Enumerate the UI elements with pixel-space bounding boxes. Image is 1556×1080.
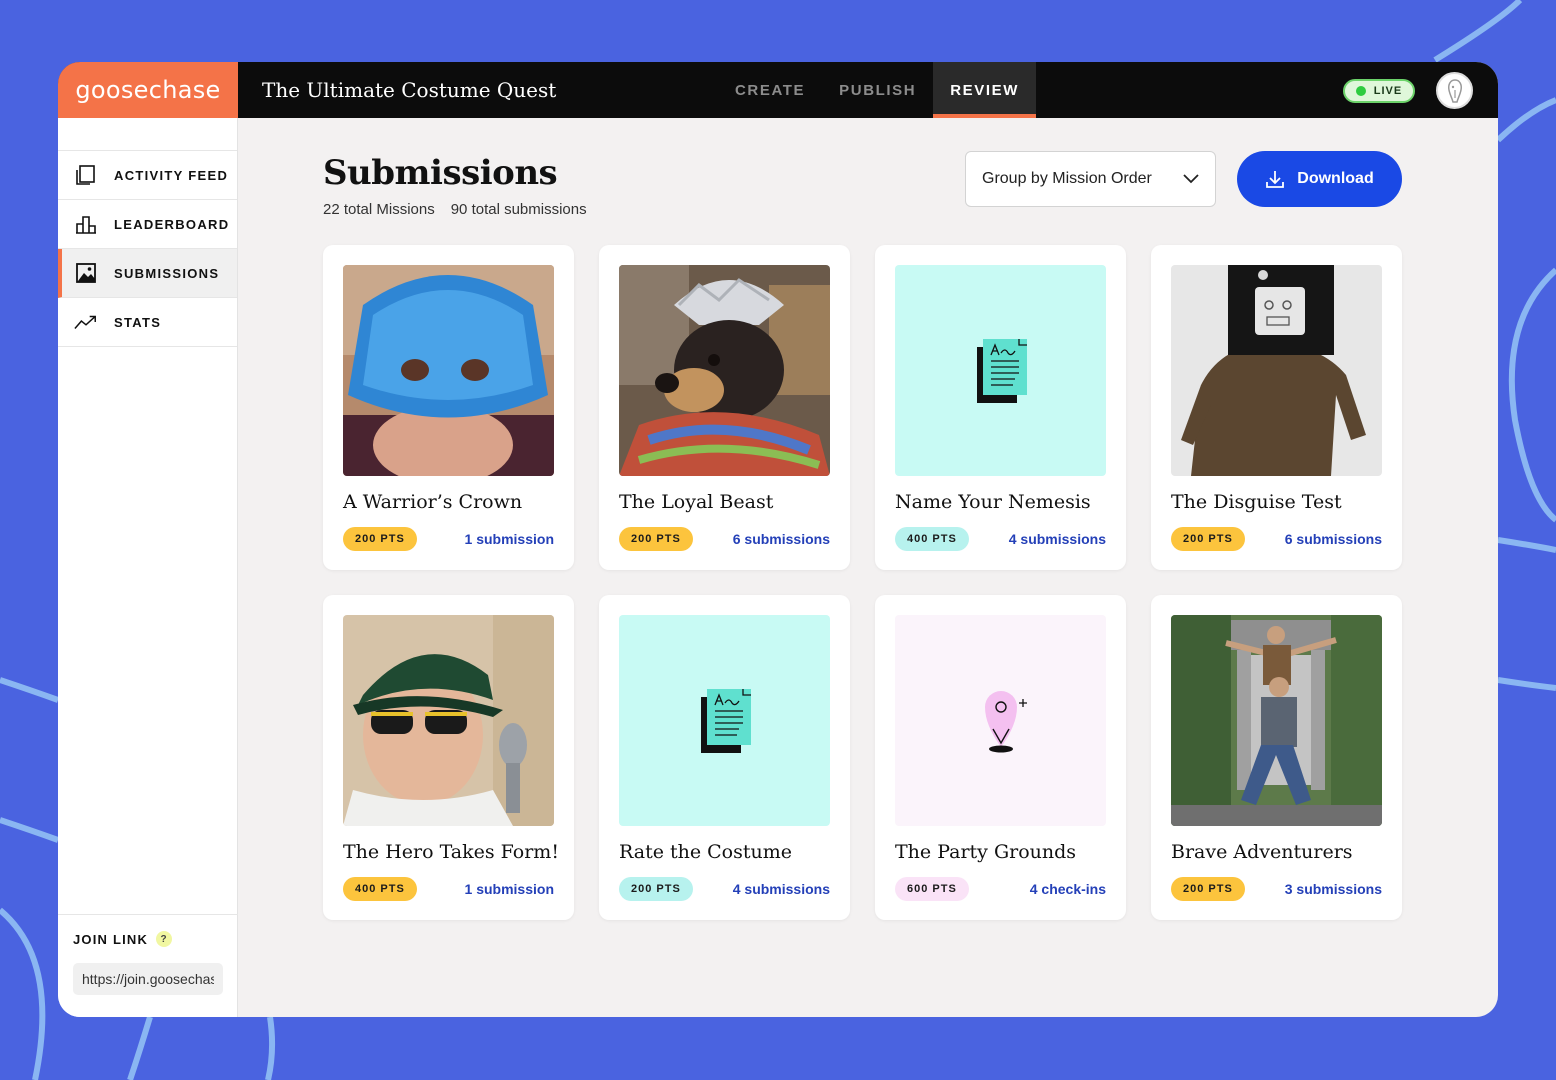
submission-photo: [343, 265, 554, 476]
sidebar-nav: ACTIVITY FEED LEADERBOARD SUBMISSIONS ST…: [58, 150, 237, 347]
live-dot-icon: [1355, 86, 1366, 96]
tab-publish[interactable]: PUBLISH: [822, 62, 933, 118]
download-label: Download: [1297, 170, 1374, 187]
summary-counts: 22 total Missions 90 total submissions: [323, 201, 587, 218]
sidebar-item-submissions[interactable]: SUBMISSIONS: [58, 249, 237, 298]
points-badge: 400 PTS: [343, 877, 417, 901]
submission-photo: [343, 615, 554, 826]
points-badge: 200 PTS: [343, 527, 417, 551]
mission-card[interactable]: A Warrior’s Crown 200 PTS 1 submission: [323, 245, 574, 570]
sidebar: ACTIVITY FEED LEADERBOARD SUBMISSIONS ST…: [58, 118, 238, 1017]
mission-card[interactable]: Name Your Nemesis 400 PTS 4 submissions: [875, 245, 1126, 570]
top-bar: goosechase The Ultimate Costume Quest CR…: [58, 62, 1498, 118]
mission-card[interactable]: The Hero Takes Form! 400 PTS 1 submissio…: [323, 595, 574, 920]
gps-mission-placeholder: [895, 615, 1106, 826]
help-icon[interactable]: ?: [156, 931, 173, 947]
sidebar-item-label: STATS: [114, 314, 162, 330]
points-badge: 400 PTS: [895, 527, 969, 551]
mission-card[interactable]: The Party Grounds 600 PTS 4 check-ins: [875, 595, 1126, 920]
mission-title: Rate the Costume: [619, 841, 793, 863]
live-status-badge[interactable]: LIVE: [1343, 79, 1415, 103]
download-button[interactable]: Download: [1237, 151, 1402, 207]
live-label: LIVE: [1373, 85, 1403, 97]
sidebar-item-label: ACTIVITY FEED: [114, 167, 229, 183]
chevron-down-icon: [1183, 174, 1199, 184]
text-mission-placeholder: [895, 265, 1106, 476]
submission-count-link[interactable]: 1 submission: [465, 531, 554, 547]
tab-create[interactable]: CREATE: [718, 62, 822, 118]
sidebar-item-leaderboard[interactable]: LEADERBOARD: [58, 200, 237, 249]
download-icon: [1266, 171, 1285, 188]
submission-count-link[interactable]: 1 submission: [465, 881, 554, 897]
top-tabs: CREATE PUBLISH REVIEW: [718, 62, 1036, 118]
goosechase-logo[interactable]: goosechase: [58, 62, 238, 118]
submission-count-link[interactable]: 4 submissions: [1009, 531, 1106, 547]
mission-card[interactable]: The Loyal Beast 200 PTS 6 submissions: [599, 245, 850, 570]
points-badge: 200 PTS: [1171, 877, 1245, 901]
mission-title: The Party Grounds: [895, 841, 1077, 863]
goose-avatar-icon: [1447, 78, 1462, 103]
leaderboard-icon: [74, 212, 98, 236]
submission-photo: [1171, 265, 1382, 476]
mission-title: The Hero Takes Form!: [343, 841, 559, 863]
app-window: goosechase The Ultimate Costume Quest CR…: [58, 62, 1498, 1017]
checkin-count-link[interactable]: 4 check-ins: [1030, 881, 1106, 897]
mission-title: Brave Adventurers: [1171, 841, 1353, 863]
game-title: The Ultimate Costume Quest: [262, 78, 557, 102]
activity-feed-icon: [74, 163, 98, 187]
trend-icon: [74, 310, 98, 334]
submission-count-link[interactable]: 4 submissions: [733, 881, 830, 897]
sidebar-item-label: LEADERBOARD: [114, 216, 230, 232]
mission-title: Name Your Nemesis: [895, 491, 1091, 513]
sidebar-item-activity-feed[interactable]: ACTIVITY FEED: [58, 151, 237, 200]
mission-card[interactable]: The Disguise Test 200 PTS 6 submissions: [1151, 245, 1402, 570]
mission-title: The Disguise Test: [1171, 491, 1342, 513]
sidebar-item-stats[interactable]: STATS: [58, 298, 237, 347]
mission-card[interactable]: Brave Adventurers 200 PTS 3 submissions: [1151, 595, 1402, 920]
total-missions: 22 total Missions: [323, 201, 435, 218]
image-icon: [74, 261, 98, 285]
group-by-value: Group by Mission Order: [982, 170, 1152, 187]
mission-title: A Warrior’s Crown: [343, 491, 523, 513]
mission-card[interactable]: Rate the Costume 200 PTS 4 submissions: [599, 595, 850, 920]
sidebar-item-label: SUBMISSIONS: [114, 265, 220, 281]
submission-photo: [619, 265, 830, 476]
points-badge: 600 PTS: [895, 877, 969, 901]
join-link-section: JOIN LINK ?: [58, 914, 238, 1011]
tab-review[interactable]: REVIEW: [933, 62, 1036, 118]
submission-count-link[interactable]: 6 submissions: [733, 531, 830, 547]
join-link-field[interactable]: [73, 963, 223, 995]
points-badge: 200 PTS: [619, 527, 693, 551]
total-submissions: 90 total submissions: [450, 201, 587, 218]
group-by-select[interactable]: Group by Mission Order: [965, 151, 1216, 207]
submission-count-link[interactable]: 6 submissions: [1285, 531, 1382, 547]
points-badge: 200 PTS: [619, 877, 693, 901]
submission-count-link[interactable]: 3 submissions: [1285, 881, 1382, 897]
mission-title: The Loyal Beast: [619, 491, 774, 513]
points-badge: 200 PTS: [1171, 527, 1245, 551]
submission-photo: [1171, 615, 1382, 826]
user-avatar[interactable]: [1436, 72, 1473, 109]
main-content: Submissions 22 total Missions 90 total s…: [238, 118, 1498, 1017]
page-title: Submissions: [323, 153, 558, 193]
text-mission-placeholder: [619, 615, 830, 826]
join-link-label: JOIN LINK: [73, 931, 149, 947]
